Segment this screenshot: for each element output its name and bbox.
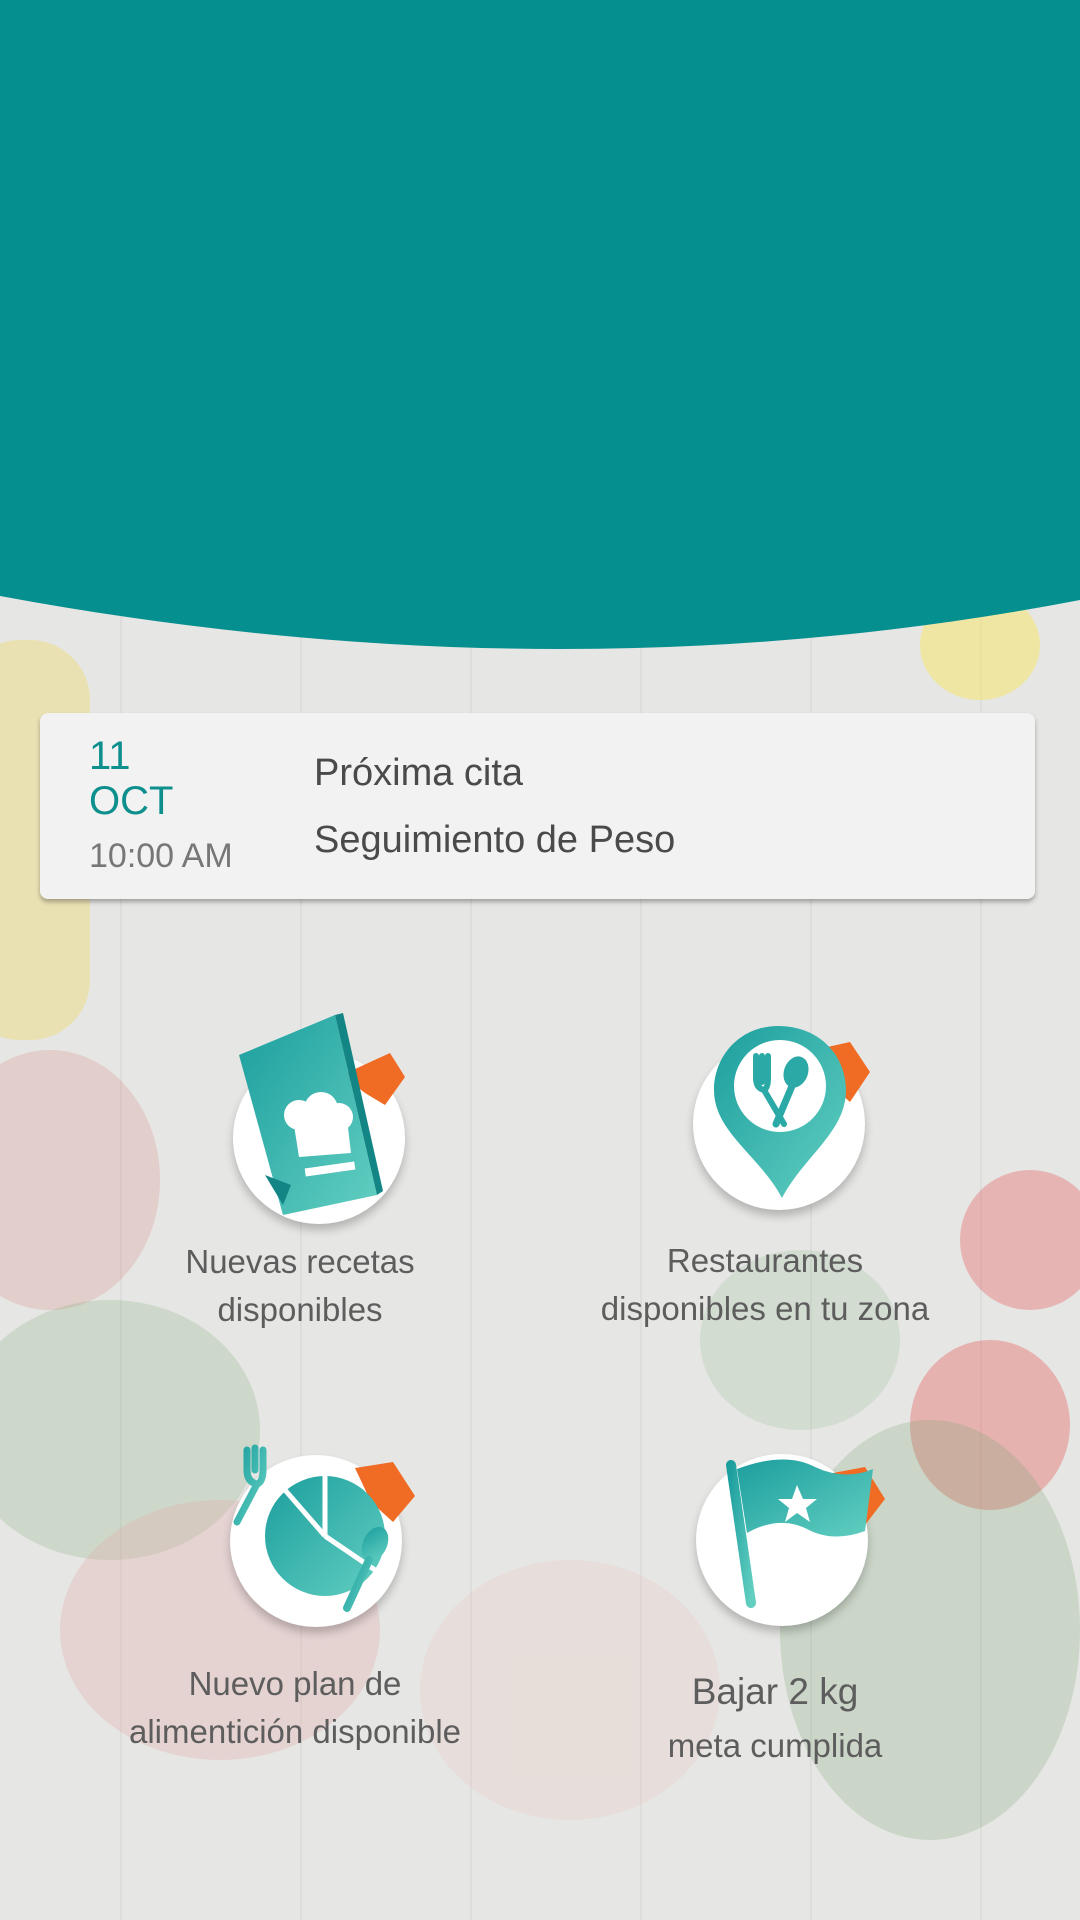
appointment-card[interactable]: 11 OCT 10:00 AM Próxima cita Seguimiento… [40,713,1035,899]
appointment-title: Próxima cita [314,752,524,794]
goal-flag-icon [726,1459,885,1608]
tile-label: Nuevo plan de alimentición disponible [128,1665,462,1750]
meal-plan-chart-icon [233,1444,415,1612]
restaurant-location-icon [714,1026,870,1198]
recipe-book-icon [239,1013,405,1215]
appointment-time: 10:00 AM [89,837,233,875]
tile-label: Restaurantes disponibles en tu zona [600,1242,930,1327]
appointment-day: 11 [89,734,131,778]
header-banner [0,0,1080,650]
appointment-subtitle: Seguimiento de Peso [314,819,676,861]
tile-label: Bajar 2 kg meta cumplida [667,1671,883,1764]
appointment-month: OCT [89,779,174,823]
tile-label: Nuevas recetas disponibles [185,1243,415,1328]
